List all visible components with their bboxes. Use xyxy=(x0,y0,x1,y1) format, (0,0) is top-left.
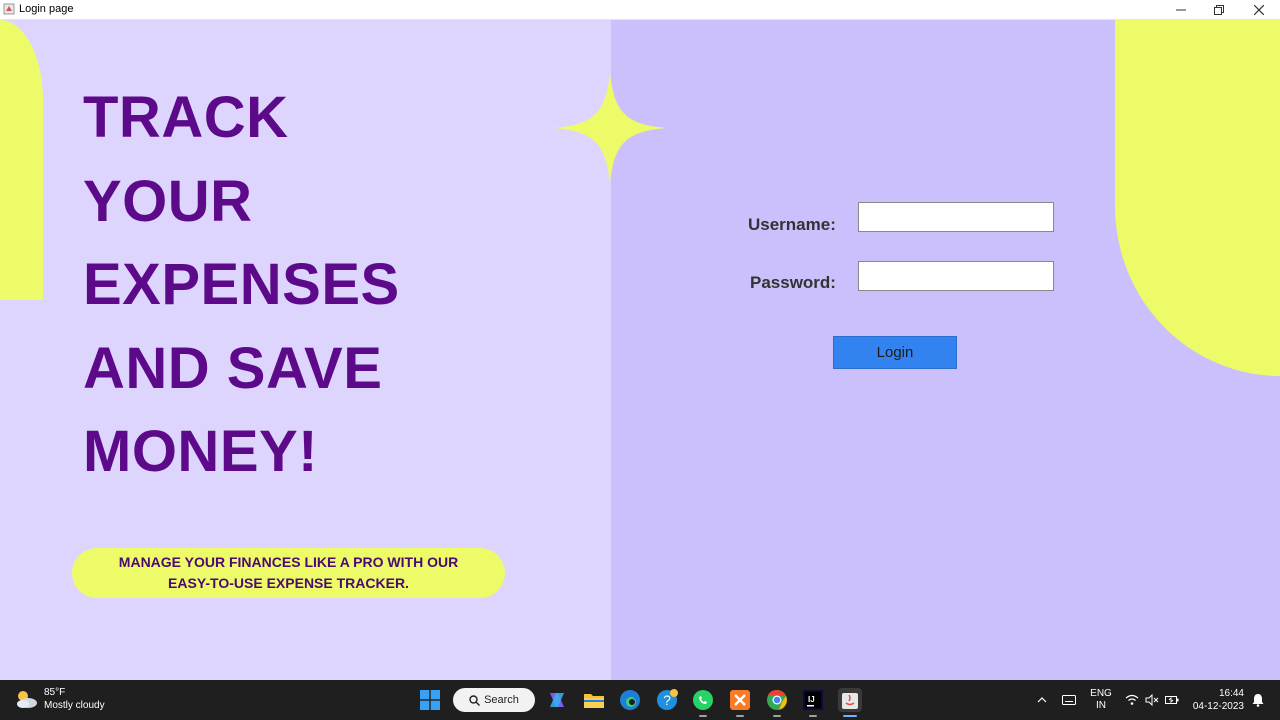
show-hidden-icons-button[interactable] xyxy=(1030,688,1054,712)
taskbar-app-active[interactable] xyxy=(838,688,862,717)
chevron-up-icon xyxy=(1037,697,1047,703)
close-button[interactable] xyxy=(1240,0,1278,19)
login-button[interactable]: Login xyxy=(833,336,957,369)
java-icon xyxy=(842,693,858,709)
taskbar-search[interactable]: Search xyxy=(453,688,535,712)
close-icon xyxy=(1254,4,1264,15)
xampp-icon xyxy=(730,690,750,710)
taskbar-app[interactable]: IJ xyxy=(801,688,825,717)
volume-muted-icon xyxy=(1145,694,1159,706)
battery-icon xyxy=(1165,696,1179,704)
headline-line: TRACK xyxy=(83,85,289,150)
whatsapp-icon xyxy=(693,690,713,710)
password-label: Password: xyxy=(750,273,836,292)
taskbar-app[interactable] xyxy=(765,688,789,717)
language-indicator[interactable]: ENG IN xyxy=(1090,688,1112,712)
password-input[interactable] xyxy=(858,261,1054,291)
restore-icon xyxy=(1214,4,1224,15)
taskbar-app[interactable] xyxy=(691,688,715,717)
intellij-icon: IJ xyxy=(803,690,823,710)
keyboard-tray-button[interactable] xyxy=(1057,688,1081,712)
windows-start-icon xyxy=(420,690,440,710)
decorative-yellow-corner xyxy=(1115,20,1280,376)
taskbar-app[interactable]: ? xyxy=(655,688,679,712)
language-region: IN xyxy=(1096,700,1106,711)
file-explorer-icon xyxy=(584,694,604,708)
clock[interactable]: 16:44 04-12-2023 xyxy=(1188,687,1244,713)
restore-button[interactable] xyxy=(1200,0,1238,19)
copilot-icon xyxy=(550,693,564,707)
help-icon: ? xyxy=(657,689,678,710)
taskbar-app[interactable] xyxy=(582,688,606,712)
username-label: Username: xyxy=(748,215,836,234)
notifications-button[interactable] xyxy=(1246,688,1270,712)
decorative-yellow-shape xyxy=(0,20,43,300)
search-icon xyxy=(469,694,481,706)
weather-temp: 85°F xyxy=(44,687,66,698)
weather-widget[interactable]: 85°F Mostly cloudy xyxy=(14,686,105,712)
bell-icon xyxy=(1252,694,1264,707)
java-app-icon xyxy=(3,3,15,15)
sparkle-icon xyxy=(553,73,667,183)
headline-line: YOUR xyxy=(83,168,253,234)
keyboard-icon xyxy=(1062,695,1076,705)
tagline-pill: MANAGE YOUR FINANCES LIKE A PRO WITH OUR… xyxy=(72,548,505,598)
clock-time: 16:44 xyxy=(1218,688,1244,699)
hero-headline: TRACK YOUR EXPENSES AND SAVE MONEY! xyxy=(83,76,400,494)
taskbar-app[interactable] xyxy=(545,688,569,712)
chrome-icon xyxy=(767,689,787,710)
language-code: ENG xyxy=(1090,688,1112,699)
weather-desc: Mostly cloudy xyxy=(44,700,105,711)
headline-line: MONEY! xyxy=(83,419,318,484)
username-input[interactable] xyxy=(858,202,1054,232)
wifi-icon xyxy=(1125,694,1139,705)
window-title: Login page xyxy=(19,3,74,15)
edge-icon xyxy=(620,690,640,710)
tagline-text: MANAGE YOUR FINANCES LIKE A PRO WITH OUR… xyxy=(118,554,459,591)
battery-button[interactable] xyxy=(1160,688,1184,712)
clock-date: 04-12-2023 xyxy=(1192,701,1244,712)
headline-line: EXPENSES xyxy=(83,252,400,317)
hero-panel: TRACK YOUR EXPENSES AND SAVE MONEY! MANA… xyxy=(0,20,611,680)
search-label: Search xyxy=(484,694,519,706)
cloudy-weather-icon xyxy=(17,691,37,708)
svg-text:?: ? xyxy=(663,692,671,708)
headline-line: AND SAVE xyxy=(83,335,383,401)
svg-text:IJ: IJ xyxy=(808,695,815,704)
minimize-button[interactable] xyxy=(1162,0,1200,19)
taskbar-app[interactable] xyxy=(618,688,642,712)
minimize-icon xyxy=(1176,9,1186,10)
start-button[interactable] xyxy=(418,688,442,712)
taskbar: 85°F Mostly cloudy Search ? IJ ENG IN 16… xyxy=(0,680,1280,720)
title-bar: Login page xyxy=(0,0,1280,20)
login-panel: Username: Password: Login xyxy=(611,20,1280,680)
taskbar-app[interactable] xyxy=(728,688,752,717)
